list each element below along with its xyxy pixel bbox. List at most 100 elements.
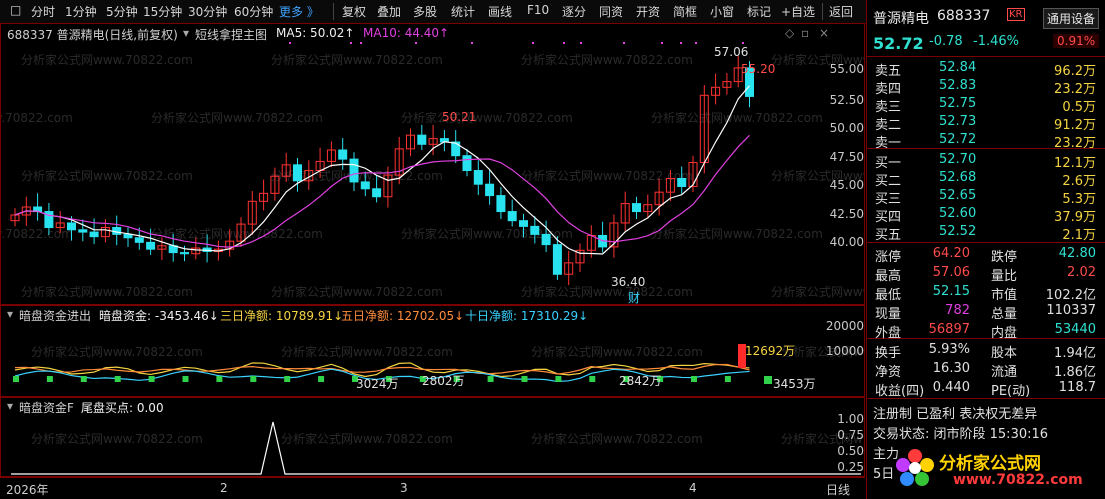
fund-bar [182,376,189,382]
btn-tongzi[interactable]: 同资 [599,3,623,20]
watermark-text: 分析家公式网www.70822.com [521,168,693,183]
bid-price: 52.65 [939,188,977,203]
bid-price: 52.52 [939,224,977,239]
ask-row: 卖四 52.83 23.2万 [867,77,1105,97]
watermark-text: 分析家公式网www.70822.com [521,284,693,299]
bid-row: 买五 52.52 2.1万 [867,223,1105,243]
fund-panel[interactable]: ▾ 暗盘资金进出 暗盘资金: -3453.46↓ 三日净额: 10789.91↓… [0,305,865,397]
stat-value: 102.2亿 [1045,288,1096,303]
bid-price: 52.60 [939,206,977,221]
signal-dot [680,42,682,44]
bid-price: 52.68 [939,170,977,185]
annot-3453: 3453万 [773,377,816,391]
x-label-mar: 3 [400,481,408,495]
fund-bar [318,376,325,382]
tab-1min[interactable]: 1分钟 [65,3,97,20]
ask-price: 52.75 [939,96,977,111]
ask-price: 52.83 [939,78,977,93]
price-tick: 40.00 [829,235,864,249]
kline-panel[interactable]: 688337 普源精电(日线,前复权) ▾ 短线拿捏主图 MA5: 50.02↑… [0,23,865,305]
tab-30min[interactable]: 30分钟 [188,3,227,20]
stat-value: 52.15 [932,284,970,299]
fund-bar [284,376,291,382]
watermark-text: 分析家公式网www.70822.com [531,431,703,446]
x-axis: 2026年 2 3 4 日线 [0,477,865,499]
ask-label: 卖一 [875,136,902,151]
kr-badge: KR [1007,8,1025,21]
tab-60min[interactable]: 60分钟 [234,3,273,20]
watermark-text: 分析家公式网www.70822.com [521,52,693,67]
stat-row: 最高 57.06 量比 2.02 [867,264,1105,284]
btn-fuquan[interactable]: 复权 [342,3,366,20]
watermark-text: 分析家公式网www.70822.com [271,52,443,67]
price-tick: 55.00 [829,62,864,76]
btn-huaxian[interactable]: 画线 [488,3,512,20]
annot-close-high: 55.20 [741,62,776,76]
flower-logo-icon [896,449,934,486]
logo-text: 分析家公式网 [939,454,1041,474]
fund-tick: 10000 [825,344,864,358]
btn-xiaochuang[interactable]: 小窗 [710,3,734,20]
stat-value: 64.20 [932,246,970,261]
tab-5min[interactable]: 5分钟 [106,3,138,20]
x-label-apr: 4 [689,481,697,495]
sector-button[interactable]: 通用设备 [1043,8,1100,29]
stat-value: 0.440 [932,380,970,395]
ask-row: 卖一 52.72 23.2万 [867,131,1105,151]
stat-row: 现量 782 总量 110337 [867,302,1105,322]
tail-canvas: 分析家公式网www.70822.com 分析家公式网www.70822.com 分析… [11,421,864,475]
fund-bar [521,376,528,382]
watermark-text: 分析家公式网www.70822.com [31,431,203,446]
watermark-text: 分析家公式网www.70822.com [651,110,823,125]
btn-tongji[interactable]: 统计 [451,3,475,20]
btn-kaizi[interactable]: 开资 [636,3,660,20]
stat-label: 换手 [875,346,902,361]
menu-checkbox-icon[interactable]: □ [10,3,21,17]
tab-more[interactable]: 更多 》 [279,3,319,20]
annot-3024: 3024万 [356,377,399,391]
btn-diejia[interactable]: 叠加 [377,3,401,20]
stat-label: 涨停 [875,250,902,265]
signal-dot [742,42,744,44]
candle-body [530,225,540,235]
candle-body [360,181,370,190]
watermark-text: 分析家公式网www.70822.com [281,431,453,446]
btn-zhufen[interactable]: 逐分 [562,3,586,20]
tab-fenshi[interactable]: 分时 [31,3,55,20]
price-tick: 47.50 [829,150,864,164]
annot-peak: 57.06 [714,45,749,59]
price-change: -0.78 [929,34,963,49]
annot-mid-high: 50.21 [442,110,477,124]
fund-bar [589,376,596,382]
signal-dot [471,42,473,44]
candle-body [180,252,189,255]
btn-return[interactable]: 返回 [829,3,853,20]
bid-row: 买三 52.65 5.3万 [867,187,1105,207]
candle-body [485,183,495,197]
stat-row: 收益(四) 0.440 PE(动) 118.7 [867,379,1105,399]
stat-label: 现量 [875,307,902,322]
watermark-text: 分析家公式网www.70822.com [21,284,193,299]
period-label[interactable]: 日线 [826,481,850,498]
candle-body [349,158,359,183]
tab-15min[interactable]: 15分钟 [143,3,182,20]
btn-biaoji[interactable]: 标记 [747,3,771,20]
stat-value: 2.02 [1067,265,1096,280]
candle-body [632,203,641,213]
stock-name: 普源精电 [873,11,929,27]
btn-zixuan[interactable]: +自选 [781,3,815,20]
tail-panel[interactable]: ▾ 暗盘资金F 尾盘买点: 0.00 分析家公式网www.70822.com 分析… [0,397,865,477]
ask-row: 卖二 52.73 91.2万 [867,113,1105,133]
stat-value: 110337 [1046,303,1096,318]
bid-label: 买五 [875,228,902,243]
btn-f10[interactable]: F10 [527,3,549,17]
fund-bar [764,376,772,384]
candle-body [496,195,506,213]
btn-duogu[interactable]: 多股 [413,3,437,20]
tail-signal-line [11,421,861,475]
stat-label: 市值 [991,288,1018,303]
bid-price: 52.70 [939,152,977,167]
stat-label: 股本 [991,346,1018,361]
btn-jiankuang[interactable]: 简框 [673,3,697,20]
five-day-label: 5日 [873,467,895,482]
